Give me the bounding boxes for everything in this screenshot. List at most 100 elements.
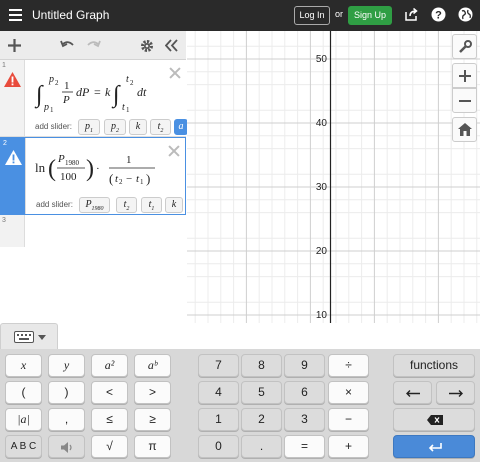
- svg-text:): ): [86, 156, 94, 182]
- delete-expression-icon[interactable]: [168, 145, 180, 157]
- graph-canvas[interactable]: 50 40 30 20 10: [187, 31, 480, 323]
- slider-chip-t2[interactable]: t2: [150, 119, 171, 135]
- key-0[interactable]: 0: [198, 435, 239, 458]
- svg-text:t: t: [126, 74, 129, 85]
- key-2[interactable]: 2: [241, 408, 282, 431]
- svg-text:(: (: [48, 156, 56, 182]
- slider-chip-t2[interactable]: t2: [116, 197, 137, 213]
- svg-text:dP: dP: [76, 85, 90, 99]
- key-x[interactable]: x: [5, 354, 42, 377]
- key-cursor-right[interactable]: [436, 381, 475, 404]
- zoom-in-button[interactable]: [452, 63, 477, 88]
- warning-icon[interactable]: [5, 150, 22, 165]
- key-abc[interactable]: A B C: [5, 435, 42, 458]
- key-less-equal[interactable]: ≤: [91, 408, 128, 431]
- y-tick-label: 50: [316, 54, 328, 65]
- key-minus[interactable]: −: [328, 408, 369, 431]
- y-tick-label: 40: [316, 118, 328, 129]
- add-item-icon[interactable]: [8, 39, 21, 52]
- slider-chip-p1980[interactable]: P1980: [79, 197, 110, 213]
- key-8[interactable]: 8: [241, 354, 282, 377]
- keyboard-toggle[interactable]: [0, 323, 58, 349]
- key-power[interactable]: aᵇ: [134, 354, 171, 377]
- delete-expression-icon[interactable]: [169, 67, 181, 79]
- svg-text:(: (: [109, 171, 113, 186]
- slider-chip-p2[interactable]: p2: [104, 119, 126, 135]
- graph-title[interactable]: Untitled Graph: [32, 8, 109, 22]
- enter-icon: [428, 443, 442, 452]
- expression-toolbar: [0, 31, 186, 60]
- key-audio[interactable]: [48, 435, 85, 458]
- expression-row-3[interactable]: 3: [0, 215, 186, 323]
- undo-icon[interactable]: [60, 39, 75, 51]
- svg-text:?: ?: [435, 10, 442, 22]
- expression-formula[interactable]: ∫ p2 p1 1 P dP = k ∫ t2 t1 dt: [34, 72, 166, 112]
- slider-chip-k[interactable]: k: [165, 197, 183, 213]
- expression-row-2[interactable]: 2 ln ( P 1980 100 ) · 1 ( t2 − t1 ) add s…: [0, 137, 186, 215]
- key-left-paren[interactable]: (: [5, 381, 42, 404]
- key-1[interactable]: 1: [198, 408, 239, 431]
- y-tick-label: 30: [316, 182, 328, 193]
- help-icon[interactable]: ?: [431, 7, 446, 22]
- speaker-icon: [61, 442, 72, 453]
- svg-text:p: p: [48, 74, 54, 85]
- svg-text:1: 1: [126, 154, 132, 166]
- warning-icon[interactable]: [4, 72, 21, 87]
- globe-icon[interactable]: [458, 7, 473, 22]
- key-greater-equal[interactable]: ≥: [134, 408, 171, 431]
- key-right-paren[interactable]: ): [48, 381, 85, 404]
- key-6[interactable]: 6: [284, 381, 325, 404]
- svg-text:1: 1: [140, 178, 144, 186]
- key-enter[interactable]: [393, 435, 475, 458]
- key-y[interactable]: y: [48, 354, 85, 377]
- slider-chip-p1[interactable]: p1: [78, 119, 100, 135]
- svg-text:·: ·: [96, 163, 100, 175]
- key-comma[interactable]: ,: [48, 408, 85, 431]
- slider-chip-k[interactable]: k: [129, 119, 147, 135]
- zoom-out-button[interactable]: [452, 88, 477, 113]
- functions-button[interactable]: functions: [393, 354, 475, 377]
- key-multiply[interactable]: ×: [328, 381, 369, 404]
- key-squared[interactable]: a²: [91, 354, 128, 377]
- expression-row-1[interactable]: 1 ∫ p2 p1 1 P dP = k ∫ t2 t1 dt add slid…: [0, 60, 188, 137]
- key-abs[interactable]: |a|: [5, 408, 42, 431]
- slider-chip-a[interactable]: a: [174, 119, 188, 135]
- menu-icon[interactable]: [9, 9, 22, 21]
- expression-index: 3: [2, 217, 6, 224]
- key-backspace[interactable]: [393, 408, 475, 431]
- key-less-than[interactable]: <: [91, 381, 128, 404]
- key-5[interactable]: 5: [241, 381, 282, 404]
- settings-gear-icon[interactable]: [140, 39, 154, 53]
- svg-text:1: 1: [64, 80, 70, 92]
- expression-index: 1: [2, 62, 6, 69]
- default-view-button[interactable]: [452, 117, 477, 142]
- key-plus[interactable]: +: [328, 435, 369, 458]
- svg-text:k: k: [105, 85, 111, 99]
- expression-formula[interactable]: ln ( P 1980 100 ) · 1 ( t2 − t1 ): [33, 148, 161, 190]
- expression-gutter: 3: [0, 215, 25, 247]
- key-7[interactable]: 7: [198, 354, 239, 377]
- key-3[interactable]: 3: [284, 408, 325, 431]
- key-divide[interactable]: ÷: [328, 354, 369, 377]
- key-greater-than[interactable]: >: [134, 381, 171, 404]
- graph-grid[interactable]: 50 40 30 20 10: [187, 31, 480, 323]
- key-equals[interactable]: =: [284, 435, 325, 458]
- add-slider-label: add slider:: [36, 200, 73, 209]
- svg-text:p: p: [43, 102, 49, 112]
- key-decimal[interactable]: .: [241, 435, 282, 458]
- graph-settings-button[interactable]: [452, 34, 477, 59]
- key-sqrt[interactable]: √: [91, 435, 128, 458]
- slider-chip-t1[interactable]: t1: [141, 197, 162, 213]
- share-icon[interactable]: [404, 7, 419, 22]
- arrow-right-icon: [449, 390, 463, 397]
- key-pi[interactable]: π: [134, 435, 171, 458]
- redo-icon[interactable]: [86, 39, 101, 51]
- login-button[interactable]: Log In: [294, 6, 330, 25]
- collapse-panel-icon[interactable]: [165, 39, 178, 52]
- minus-icon: [459, 100, 471, 102]
- signup-button[interactable]: Sign Up: [348, 6, 392, 25]
- key-9[interactable]: 9: [284, 354, 325, 377]
- key-cursor-left[interactable]: [393, 381, 432, 404]
- key-4[interactable]: 4: [198, 381, 239, 404]
- svg-text:∫: ∫: [111, 82, 121, 109]
